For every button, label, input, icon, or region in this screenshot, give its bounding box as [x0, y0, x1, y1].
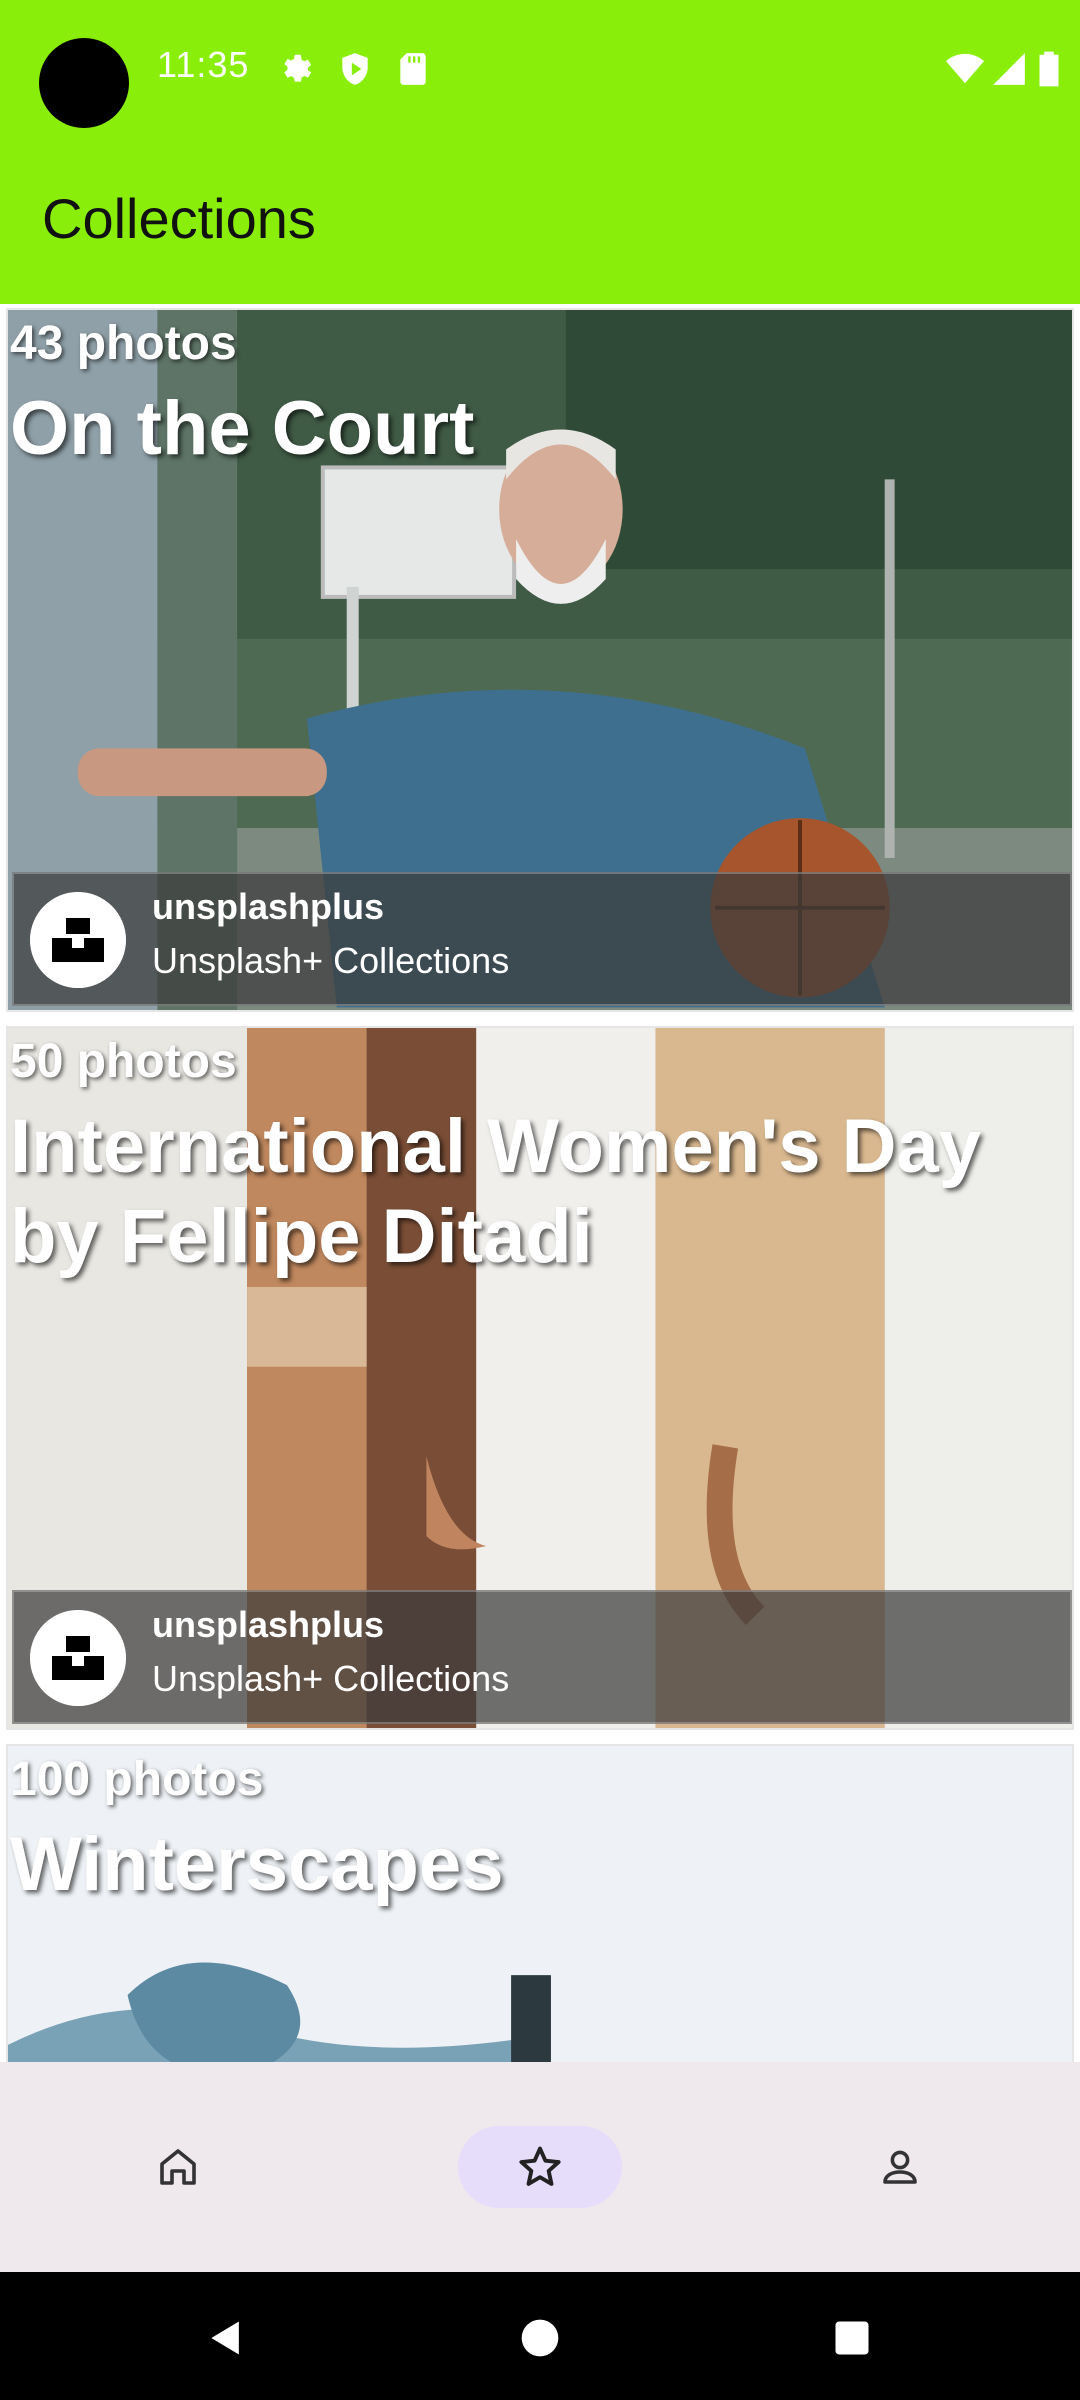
person-icon: [883, 2150, 917, 2184]
back-icon: [211, 2321, 239, 2355]
signal-icon: [993, 53, 1025, 85]
owner-username: unsplashplus: [152, 1604, 385, 1645]
photo-count: 43 photos: [10, 317, 237, 370]
collection-title: Winterscapes: [10, 1822, 504, 1907]
recents-icon: [835, 2321, 869, 2355]
home-circle-icon: [521, 2319, 559, 2357]
avatar: [30, 1610, 126, 1706]
avatar: [30, 892, 126, 988]
gear-icon: [284, 54, 312, 82]
collection-card[interactable]: 50 photos International Women's Day by F…: [6, 1026, 1074, 1730]
wifi-icon: [946, 53, 984, 84]
bottom-navigation: [0, 2062, 1080, 2272]
system-navigation-bar: [0, 2272, 1080, 2400]
status-time: 11:35: [157, 44, 250, 85]
photo-count: 100 photos: [10, 1753, 264, 1806]
home-button[interactable]: [500, 2298, 580, 2378]
collection-owner[interactable]: unsplashplus Unsplash+ Collections: [12, 1590, 1072, 1724]
battery-icon: [1039, 51, 1059, 87]
photo-count: 50 photos: [10, 1035, 237, 1088]
owner-subtitle: Unsplash+ Collections: [152, 940, 510, 981]
page-title: Collections: [42, 187, 316, 250]
collection-owner[interactable]: unsplashplus Unsplash+ Collections: [12, 872, 1072, 1006]
back-button[interactable]: [186, 2298, 266, 2378]
owner-username: unsplashplus: [152, 886, 385, 927]
collection-title: On the Court: [10, 386, 475, 471]
sd-card-icon: [400, 53, 426, 85]
collection-card[interactable]: 43 photos On the Court unsplashplus Unsp…: [6, 308, 1074, 1012]
shield-play-icon: [342, 53, 368, 85]
collection-title: International Women's Day by Fellipe Dit…: [10, 1104, 982, 1279]
collection-card[interactable]: 100 photos Winterscapes: [6, 1744, 1074, 2062]
nav-collections[interactable]: [458, 2126, 622, 2208]
front-camera: [39, 38, 129, 128]
collections-list[interactable]: 43 photos On the Court unsplashplus Unsp…: [0, 304, 1080, 2062]
app-top-bar: 11:35 Collections: [0, 0, 1080, 304]
home-icon: [160, 2149, 196, 2185]
owner-subtitle: Unsplash+ Collections: [152, 1658, 510, 1699]
status-bar: 11:35: [0, 0, 1080, 140]
star-icon: [519, 2146, 561, 2186]
nav-home[interactable]: [96, 2126, 260, 2208]
recents-button[interactable]: [812, 2298, 892, 2378]
nav-profile[interactable]: [818, 2126, 982, 2208]
